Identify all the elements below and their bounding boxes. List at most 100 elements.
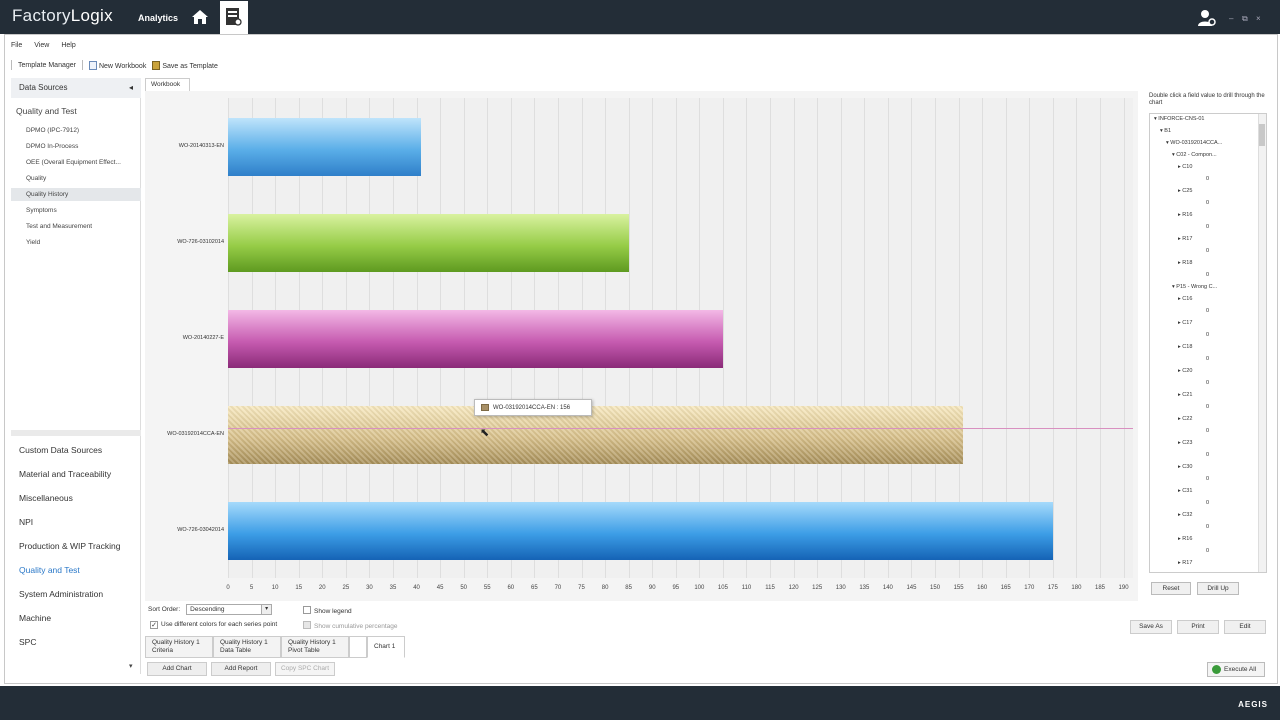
tree-node-value[interactable]: 0: [1206, 380, 1209, 386]
data-source-item[interactable]: DPMO (IPC-7912): [11, 124, 141, 137]
diff-colors-checkbox[interactable]: ✓ Use different colors for each series po…: [150, 621, 277, 629]
panel-splitter[interactable]: [11, 430, 141, 436]
tree-node[interactable]: ▸ C23: [1178, 440, 1192, 446]
tree-node-value[interactable]: 0: [1206, 248, 1209, 254]
module-item[interactable]: Production & WIP Tracking: [19, 541, 120, 551]
close-icon[interactable]: ×: [1256, 14, 1261, 23]
data-source-item-selected[interactable]: Quality History: [11, 188, 141, 201]
execute-all-button[interactable]: Execute All: [1207, 662, 1265, 677]
data-source-item[interactable]: DPMO In-Process: [11, 140, 141, 153]
drill-up-button[interactable]: Drill Up: [1197, 582, 1239, 595]
tree-node[interactable]: ▸ R16: [1178, 536, 1192, 542]
tree-node-value[interactable]: 0: [1206, 332, 1209, 338]
save-as-button[interactable]: Save As: [1130, 620, 1172, 634]
tree-node-value[interactable]: 0: [1206, 476, 1209, 482]
tree-node[interactable]: ▸ C21: [1178, 392, 1192, 398]
tree-node-value[interactable]: 0: [1206, 224, 1209, 230]
edit-button[interactable]: Edit: [1224, 620, 1266, 634]
restore-icon[interactable]: ⧉: [1242, 14, 1248, 24]
module-item[interactable]: Material and Traceability: [19, 469, 111, 479]
minimize-icon[interactable]: ‒: [1229, 14, 1233, 23]
sheet-tab-pivot-table[interactable]: Quality History 1 Pivot Table: [281, 636, 349, 658]
tree-node-value[interactable]: 0: [1206, 200, 1209, 206]
tree-node[interactable]: ▸ R18: [1178, 260, 1192, 266]
tree-node[interactable]: ▾ INFORCE-CNS-01: [1154, 116, 1204, 122]
module-item[interactable]: System Administration: [19, 589, 103, 599]
data-source-item[interactable]: Symptoms: [11, 204, 141, 217]
tree-node[interactable]: ▸ C16: [1178, 296, 1192, 302]
tree-node-value[interactable]: 0: [1206, 404, 1209, 410]
tree-node[interactable]: ▸ C10: [1178, 164, 1192, 170]
reset-button[interactable]: Reset: [1151, 582, 1191, 595]
checkbox-box[interactable]: [303, 606, 311, 614]
data-sources-header[interactable]: Data Sources ◂: [11, 78, 141, 98]
chart-bar[interactable]: [228, 214, 629, 272]
tree-node[interactable]: ▸ R17: [1178, 236, 1192, 242]
tree-node[interactable]: ▸ C18: [1178, 344, 1192, 350]
sheet-tab-chart[interactable]: Chart 1: [367, 636, 405, 658]
tree-node[interactable]: ▾ WO-03192014CCA...: [1166, 140, 1222, 146]
tree-scrollbar[interactable]: [1258, 114, 1266, 572]
tree-node[interactable]: ▾ B1: [1160, 128, 1171, 134]
add-report-button[interactable]: Add Report: [211, 662, 271, 676]
sort-order-select[interactable]: Descending ▾: [186, 604, 273, 615]
tree-node[interactable]: ▸ C32: [1178, 512, 1192, 518]
copy-spc-chart-button[interactable]: Copy SPC Chart: [275, 662, 335, 676]
tree-node[interactable]: ▸ C30: [1178, 464, 1192, 470]
module-item[interactable]: Machine: [19, 613, 51, 623]
tree-node[interactable]: ▸ R16: [1178, 212, 1192, 218]
tree-node[interactable]: ▸ C31: [1178, 488, 1192, 494]
tree-node[interactable]: ▸ C25: [1178, 188, 1192, 194]
chevron-down-icon[interactable]: ▾: [129, 662, 133, 670]
tree-node[interactable]: ▾ C02 - Compon...: [1172, 152, 1217, 158]
tree-node-value[interactable]: 0: [1206, 428, 1209, 434]
data-source-item[interactable]: OEE (Overall Equipment Effect...: [11, 156, 141, 169]
sheet-tab-data-table[interactable]: Quality History 1 Data Table: [213, 636, 281, 658]
menu-view[interactable]: View: [34, 42, 49, 54]
module-item[interactable]: SPC: [19, 637, 36, 647]
tree-node-value[interactable]: 0: [1206, 356, 1209, 362]
show-legend-checkbox[interactable]: Show legend: [303, 606, 352, 615]
module-item[interactable]: NPI: [19, 517, 33, 527]
menu-file[interactable]: File: [11, 42, 22, 54]
template-manager-button[interactable]: Template Manager: [18, 62, 76, 69]
save-as-template-button[interactable]: Save as Template: [152, 60, 218, 70]
new-workbook-button[interactable]: New Workbook: [88, 60, 146, 70]
tree-node-value[interactable]: 0: [1206, 176, 1209, 182]
tree-node-value[interactable]: 0: [1206, 308, 1209, 314]
user-settings-icon[interactable]: [1197, 8, 1217, 28]
module-item[interactable]: Custom Data Sources: [19, 445, 102, 455]
add-chart-button[interactable]: Add Chart: [147, 662, 207, 676]
tree-node-value[interactable]: 0: [1206, 500, 1209, 506]
print-button[interactable]: Print: [1177, 620, 1219, 634]
menu-help[interactable]: Help: [61, 42, 75, 54]
tree-node-value[interactable]: 0: [1206, 548, 1209, 554]
chart-bar[interactable]: [228, 406, 964, 464]
collapse-arrow-icon[interactable]: ◂: [129, 83, 133, 92]
workbook-tab[interactable]: Workbook: [145, 78, 190, 91]
home-icon[interactable]: [190, 7, 210, 27]
chart-bar[interactable]: [228, 310, 723, 368]
tree-node-value[interactable]: 0: [1206, 272, 1209, 278]
tree-node[interactable]: ▸ C20: [1178, 368, 1192, 374]
tree-node[interactable]: ▸ C17: [1178, 320, 1192, 326]
tree-node[interactable]: ▸ C22: [1178, 416, 1192, 422]
checkbox-box-checked[interactable]: ✓: [150, 621, 158, 629]
tree-node[interactable]: ▸ R17: [1178, 560, 1192, 566]
sheet-tab-criteria[interactable]: Quality History 1 Criteria: [145, 636, 213, 658]
module-item[interactable]: Miscellaneous: [19, 493, 73, 503]
data-source-item[interactable]: Test and Measurement: [11, 220, 141, 233]
sheet-tab-blank[interactable]: [349, 636, 367, 658]
data-source-item[interactable]: Yield: [11, 236, 141, 249]
chart-bar[interactable]: [228, 118, 422, 176]
data-source-item[interactable]: Quality: [11, 172, 141, 185]
tree-node-value[interactable]: 0: [1206, 524, 1209, 530]
chevron-down-icon[interactable]: ▾: [261, 605, 272, 614]
tree-node-value[interactable]: 0: [1206, 452, 1209, 458]
module-item-active[interactable]: Quality and Test: [19, 565, 80, 575]
chart-bar[interactable]: [228, 502, 1053, 560]
scroll-thumb[interactable]: [1259, 124, 1265, 146]
tree-node[interactable]: ▾ P15 - Wrong C...: [1172, 284, 1217, 290]
reports-tab[interactable]: [220, 1, 248, 34]
cumulative-checkbox[interactable]: Show cumulative percentage: [303, 621, 397, 630]
